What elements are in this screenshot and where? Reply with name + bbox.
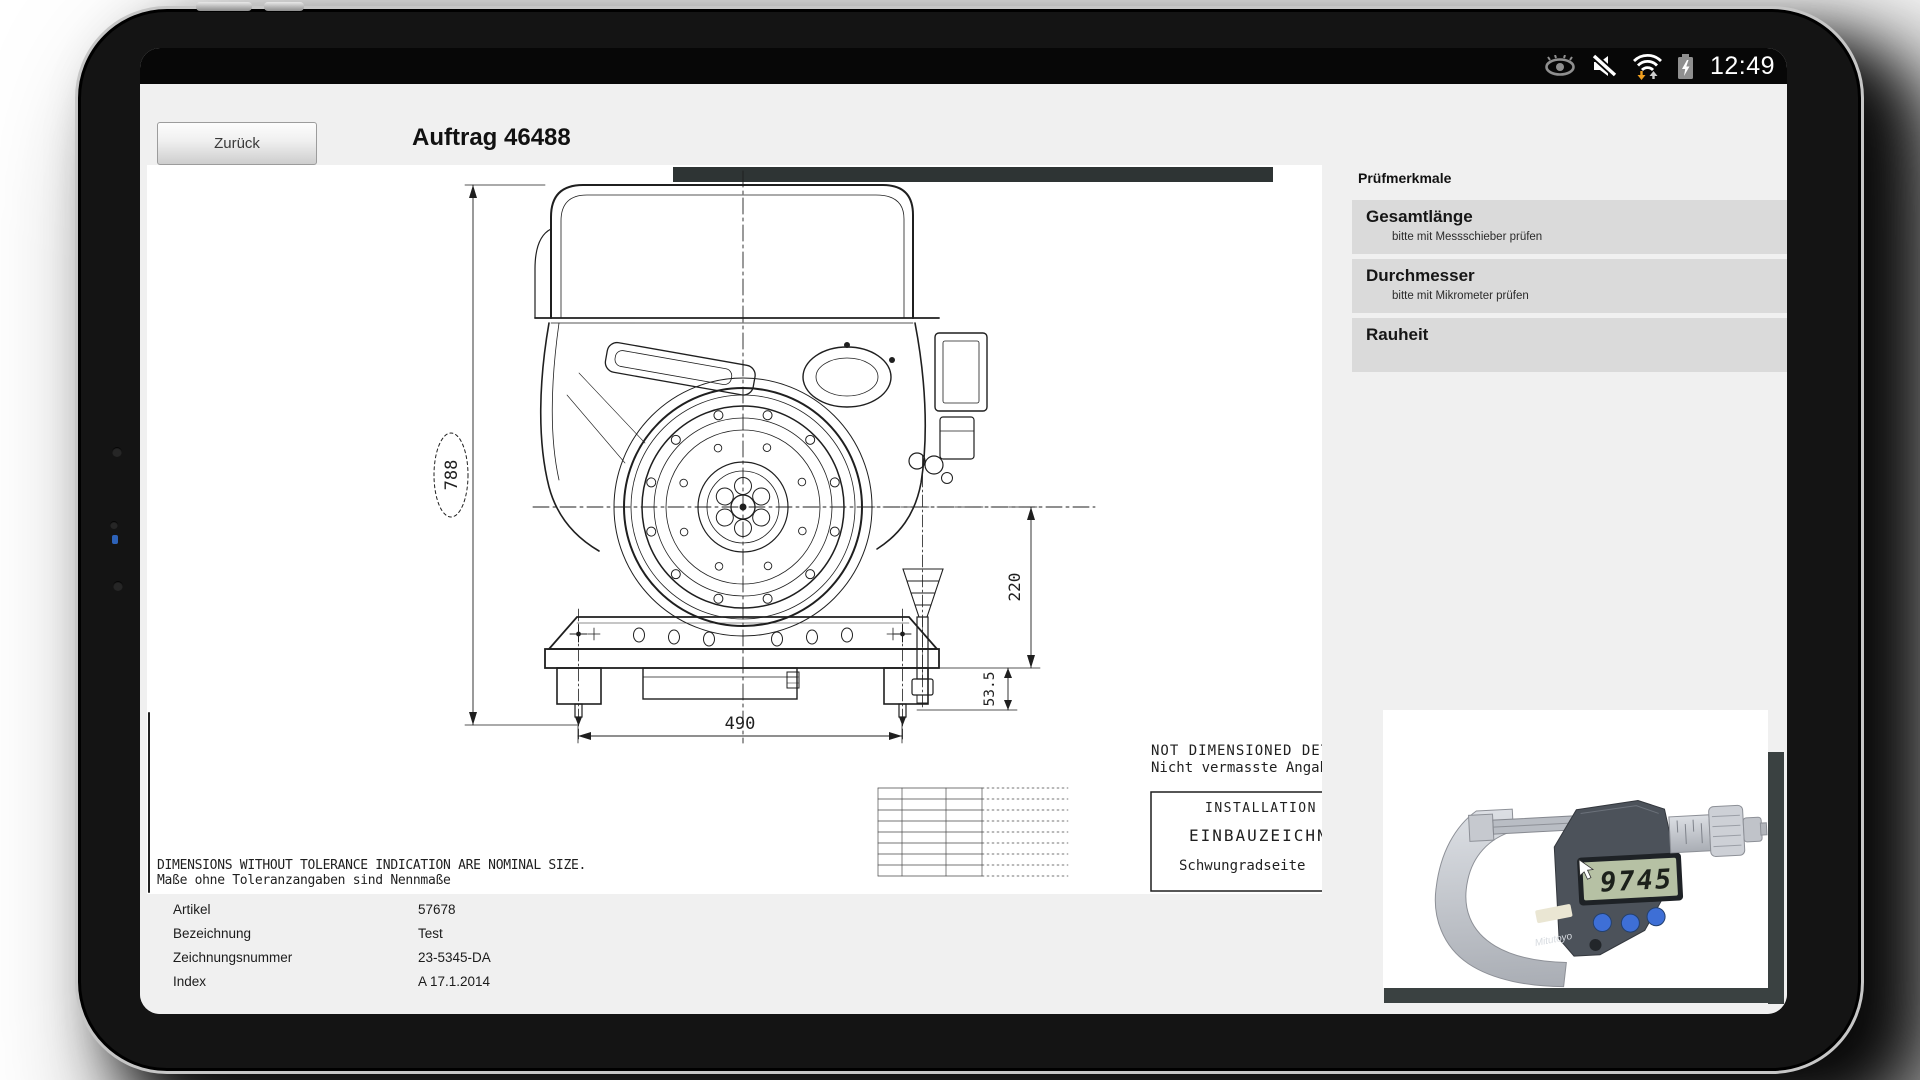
scan-strip [673,167,1273,182]
title-block-installation: INSTALLATION [1205,801,1317,816]
micrometer-image-card: 9745 Mitutoyo [1383,710,1768,988]
proximity-sensor [113,581,123,591]
dim-53-5-label: 53.5 [982,672,998,707]
dim-788-label: 788 [442,460,462,491]
table-row: Zeichnungsnummer 23-5345-DA [173,945,491,969]
page-title: Auftrag 46488 [412,124,571,152]
info-label: Bezeichnung [173,926,418,941]
item-title: Rauheit [1366,325,1775,345]
driveshaft [903,455,943,710]
tolerance-note-en: DIMENSIONS WITHOUT TOLERANCE INDICATION … [157,858,586,873]
tolerance-note-de: Maße ohne Toleranzangaben sind Nennmaße [157,873,451,888]
micrometer-illustration: 9745 Mitutoyo [1383,710,1768,988]
smart-stay-eye-icon [1543,55,1577,77]
micrometer-button [1593,913,1612,932]
table-row: Bezeichnung Test [173,921,491,945]
back-button[interactable]: Zurück [157,122,317,165]
item-title: Durchmesser [1366,266,1775,286]
parts-list-grid [878,788,1068,876]
panel-title: Prüfmerkmale [1358,170,1787,186]
engine-drawing: 788 490 220 53.5 NOT DIMENSIONED DET Nic… [147,165,1322,894]
dim-220-label: 220 [1005,573,1024,602]
item-subtitle: bitte mit Mikrometer prüfen [1392,290,1775,302]
card-shadow-bottom [1384,988,1784,1003]
table-row: Artikel 57678 [173,897,491,921]
app-content: Zurück Auftrag 46488 [140,84,1787,1014]
info-value: A 17.1.2014 [418,974,490,989]
power-button[interactable] [196,2,252,11]
item-title: Gesamtlänge [1366,207,1775,227]
back-button-label: Zurück [214,135,260,152]
micrometer-thimble [1708,805,1745,857]
title-block-einbauzeichnung: EINBAUZEICHNU [1189,826,1322,845]
info-value: 23-5345-DA [418,950,491,965]
panel-item-gesamtlaenge[interactable]: Gesamtlänge bitte mit Messschieber prüfe… [1352,200,1787,254]
status-bar: 12:49 [140,48,1787,84]
technical-drawing-viewer[interactable]: 788 490 220 53.5 NOT DIMENSIONED DET Nic… [147,165,1322,894]
info-label: Zeichnungsnummer [173,950,418,965]
item-subtitle: bitte mit Messschieber prüfen [1392,231,1775,243]
drawing-info-table: Artikel 57678 Bezeichnung Test Zeichnung… [173,897,491,993]
light-sensor [110,521,118,529]
volume-button[interactable] [264,2,304,11]
micrometer-button [1647,907,1666,926]
dim-490-label: 490 [725,714,756,734]
not-dimensioned-de: Nicht vermasste Angab [1151,760,1322,776]
info-value: Test [418,926,443,941]
battery-charging-icon [1677,53,1694,80]
front-camera [112,447,122,457]
not-dimensioned-en: NOT DIMENSIONED DET [1151,743,1322,759]
micrometer-button [1621,914,1640,933]
notification-led [112,535,118,544]
card-shadow-right [1768,752,1784,1004]
info-label: Artikel [173,902,418,917]
status-time: 12:49 [1710,52,1775,81]
lcd-reading: 9745 [1599,864,1674,899]
info-value: 57678 [418,902,456,917]
table-row: Index A 17.1.2014 [173,969,491,993]
info-label: Index [173,974,418,989]
screen: 12:49 Zurück Auftrag 46488 [140,48,1787,1014]
title-block-schwungradseite: Schwungradseite [1179,858,1305,874]
inspection-panel: Prüfmerkmale Gesamtlänge bitte mit Messs… [1352,170,1787,377]
wifi-icon [1632,53,1663,80]
tablet-frame: 12:49 Zurück Auftrag 46488 [75,6,1864,1074]
panel-item-durchmesser[interactable]: Durchmesser bitte mit Mikrometer prüfen [1352,259,1787,313]
mute-icon [1591,54,1618,78]
panel-item-rauheit[interactable]: Rauheit [1352,318,1787,372]
